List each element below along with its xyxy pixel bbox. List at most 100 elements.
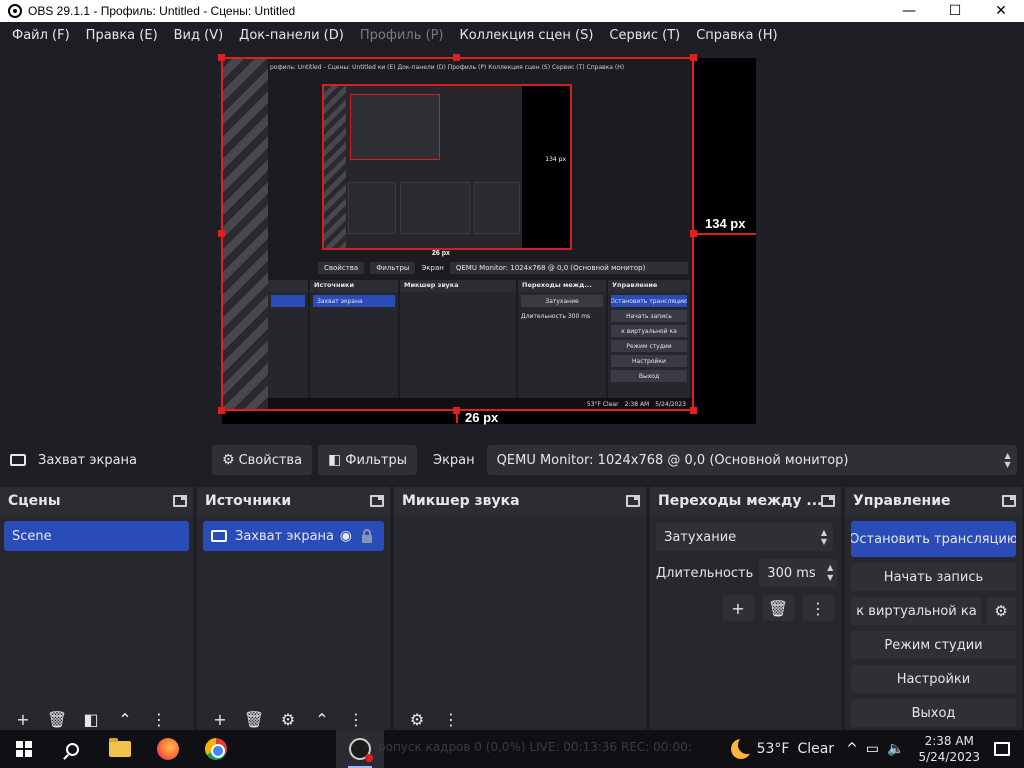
clock-date: 5/24/2023 <box>918 750 980 764</box>
source-toolbar: Захват экрана ⚙ Свойства ◧ Фильтры Экран… <box>0 442 1024 478</box>
resize-handle-top-left[interactable] <box>218 54 225 61</box>
search-button[interactable] <box>48 730 96 768</box>
search-icon <box>65 742 79 756</box>
controls-dock: Управление Остановить трансляцию Начать … <box>845 487 1022 730</box>
menu-file[interactable]: Файл (F) <box>4 28 78 43</box>
chrome-button[interactable] <box>192 730 240 768</box>
file-explorer-button[interactable] <box>96 730 144 768</box>
trash-icon[interactable]: 🗑 <box>239 710 269 729</box>
selected-source-name: Захват экрана <box>38 452 137 468</box>
move-up-icon[interactable]: ⌃ <box>110 710 140 729</box>
title-bar: OBS 29.1.1 - Профиль: Untitled - Сцены: … <box>0 0 1024 22</box>
audio-mixer-dock: Микшер звука ⚙ ⋮ <box>394 487 646 730</box>
obs-taskbar-button[interactable] <box>336 730 384 768</box>
undock-icon[interactable] <box>370 495 384 507</box>
transition-select[interactable]: Затухание ▲ ▼ <box>656 523 833 551</box>
gear-icon: ⚙ <box>222 452 235 468</box>
undock-icon[interactable] <box>626 495 640 507</box>
resize-handle-top[interactable] <box>453 54 460 61</box>
eye-icon[interactable]: ◉ <box>340 528 352 544</box>
add-transition-button[interactable]: + <box>722 595 754 621</box>
menu-scene-collection[interactable]: Коллекция сцен (S) <box>451 28 601 43</box>
resize-handle-bottom-right[interactable] <box>690 407 697 414</box>
menu-tools[interactable]: Сервис (T) <box>601 28 688 43</box>
trash-icon[interactable]: 🗑 <box>42 710 72 729</box>
firefox-button[interactable] <box>144 730 192 768</box>
resize-handle-left[interactable] <box>218 230 225 237</box>
source-item[interactable]: Захват экрана ◉ <box>203 521 384 551</box>
undock-icon[interactable] <box>821 495 835 507</box>
menu-help[interactable]: Справка (H) <box>688 28 785 43</box>
selection-bounding-box[interactable] <box>221 57 694 411</box>
weather-temperature[interactable]: 53°F <box>757 741 790 757</box>
menu-edit[interactable]: Правка (E) <box>78 28 166 43</box>
scene-item[interactable]: Scene <box>4 521 189 551</box>
menu-docks[interactable]: Док-панели (D) <box>231 28 352 43</box>
menu-view[interactable]: Вид (V) <box>166 28 232 43</box>
stop-streaming-button[interactable]: Остановить трансляцию <box>851 521 1016 557</box>
minimize-button[interactable]: — <box>886 0 932 22</box>
chevron-up-icon[interactable]: ^ <box>846 741 858 757</box>
exit-button[interactable]: Выход <box>851 699 1016 727</box>
moon-weather-icon[interactable] <box>730 736 756 759</box>
advanced-audio-gear-icon[interactable]: ⚙ <box>402 710 432 729</box>
obs-icon <box>349 738 373 762</box>
scene-filters-icon[interactable]: ◧ <box>76 710 106 729</box>
menu-profile: Профиль (P) <box>359 27 444 43</box>
scenes-toolbar: + 🗑 ◧ ⌃ ⋮ <box>0 708 193 730</box>
right-distance-guide <box>694 233 756 235</box>
volume-icon[interactable]: 🔈 <box>887 741 904 757</box>
status-bar-ghost: ропуск кадров 0 (0,0%) LIVE: 00:13:36 RE… <box>378 740 692 754</box>
undock-icon[interactable] <box>1002 495 1016 507</box>
bottom-distance-guide <box>456 411 458 423</box>
taskbar-spacer <box>240 730 336 768</box>
windows-logo-icon <box>16 741 32 757</box>
filters-button[interactable]: ◧ Фильтры <box>318 445 417 475</box>
more-icon[interactable]: ⋮ <box>436 710 466 729</box>
maximize-button[interactable]: ☐ <box>932 0 978 22</box>
transition-buttons: + 🗑 ⋮ <box>722 595 841 621</box>
controls-dock-title: Управление <box>853 493 951 509</box>
transition-more-button[interactable]: ⋮ <box>802 595 834 621</box>
sources-dock-title: Источники <box>205 493 292 509</box>
properties-button-label: Свойства <box>238 452 303 468</box>
remove-transition-button[interactable]: 🗑 <box>762 595 794 621</box>
duration-spinbox[interactable]: 300 ms ▲ ▼ <box>759 559 838 587</box>
notification-icon[interactable] <box>994 742 1010 756</box>
menu-bar: Файл (F) Правка (E) Вид (V) Док-панели (… <box>0 22 1024 48</box>
scenes-dock: Сцены Scene + 🗑 ◧ ⌃ ⋮ <box>0 487 193 730</box>
docks-area: Сцены Scene + 🗑 ◧ ⌃ ⋮ Источники Захват э… <box>0 487 1024 730</box>
settings-button[interactable]: Настройки <box>851 665 1016 693</box>
start-recording-button[interactable]: Начать запись <box>851 563 1016 591</box>
scenes-dock-header: Сцены <box>0 487 193 515</box>
lock-icon[interactable] <box>362 529 372 543</box>
chrome-icon <box>205 738 227 760</box>
virtual-cam-row: к виртуальной ка ⚙ <box>851 597 1016 625</box>
resize-handle-bottom-left[interactable] <box>218 407 225 414</box>
spin-arrows-icon[interactable]: ▲ ▼ <box>827 563 833 583</box>
sources-dock: Источники Захват экрана ◉ + 🗑 ⚙ ⌃ ⋮ <box>197 487 390 730</box>
gear-icon[interactable]: ⚙ <box>986 597 1016 625</box>
studio-mode-button[interactable]: Режим студии <box>851 631 1016 659</box>
resize-handle-top-right[interactable] <box>690 54 697 61</box>
gear-icon[interactable]: ⚙ <box>273 710 303 729</box>
properties-button[interactable]: ⚙ Свойства <box>212 445 313 475</box>
clock[interactable]: 2:38 AM 5/24/2023 <box>918 733 980 765</box>
more-icon[interactable]: ⋮ <box>341 710 371 729</box>
sources-dock-header: Источники <box>197 487 390 515</box>
network-icon[interactable]: ▭ <box>866 741 879 757</box>
close-button[interactable]: ✕ <box>978 0 1024 22</box>
duration-value: 300 ms <box>767 565 816 581</box>
move-up-icon[interactable]: ⌃ <box>307 710 337 729</box>
start-button[interactable] <box>0 730 48 768</box>
screen-select[interactable]: QEMU Monitor: 1024x768 @ 0,0 (Основной м… <box>486 445 1017 475</box>
more-icon[interactable]: ⋮ <box>144 710 174 729</box>
weather-condition[interactable]: Clear <box>797 741 834 757</box>
add-icon[interactable]: + <box>8 710 38 729</box>
screen-select-value: QEMU Monitor: 1024x768 @ 0,0 (Основной м… <box>496 452 849 468</box>
undock-icon[interactable] <box>173 495 187 507</box>
virtual-camera-button[interactable]: к виртуальной ка <box>851 597 982 625</box>
screen-label: Экран <box>433 452 475 468</box>
preview-area[interactable]: рофиль: Untitled - Сцены: Untitled ки (E… <box>0 48 1024 436</box>
add-icon[interactable]: + <box>205 710 235 729</box>
